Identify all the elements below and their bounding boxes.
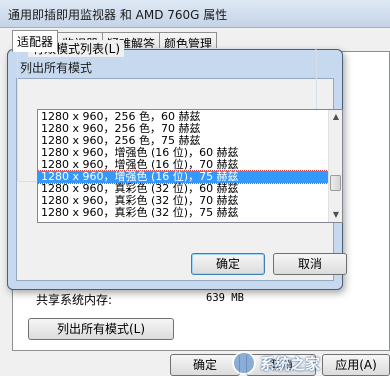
scroll-down-arrow-icon[interactable]: ▼ [329, 208, 342, 222]
listbox-scrollbar[interactable]: ▲ ▼ [328, 110, 342, 222]
tab-adapter[interactable]: 适配器 [12, 30, 59, 52]
modes-listbox[interactable]: 1280 x 960，256 色，60 赫兹 1280 x 960，256 色，… [37, 109, 343, 223]
watermark: 系统之家 [232, 350, 390, 376]
scroll-up-arrow-icon[interactable]: ▲ [329, 110, 342, 124]
window-titlebar[interactable]: 通用即插即用监视器 和 AMD 760G 属性 [0, 0, 390, 28]
watermark-text: 系统之家 [260, 354, 321, 373]
shared-memory-value: 639 MB [206, 292, 244, 304]
dialog-cancel-button[interactable]: 取消 [273, 253, 347, 275]
watermark-logo-icon [232, 351, 256, 375]
window-title: 通用即插即用监视器 和 AMD 760G 属性 [8, 8, 228, 22]
mode-list-item[interactable]: 1280 x 960，真彩色 (32 位)，75 赫兹 [38, 207, 328, 219]
scroll-thumb[interactable] [330, 175, 341, 191]
shared-memory-label: 共享系统内存: [36, 293, 113, 307]
list-all-modes-button[interactable]: 列出所有模式(L) [28, 318, 174, 340]
dialog-ok-button[interactable]: 确定 [191, 253, 265, 275]
ok-button[interactable]: 确定 [170, 354, 240, 376]
